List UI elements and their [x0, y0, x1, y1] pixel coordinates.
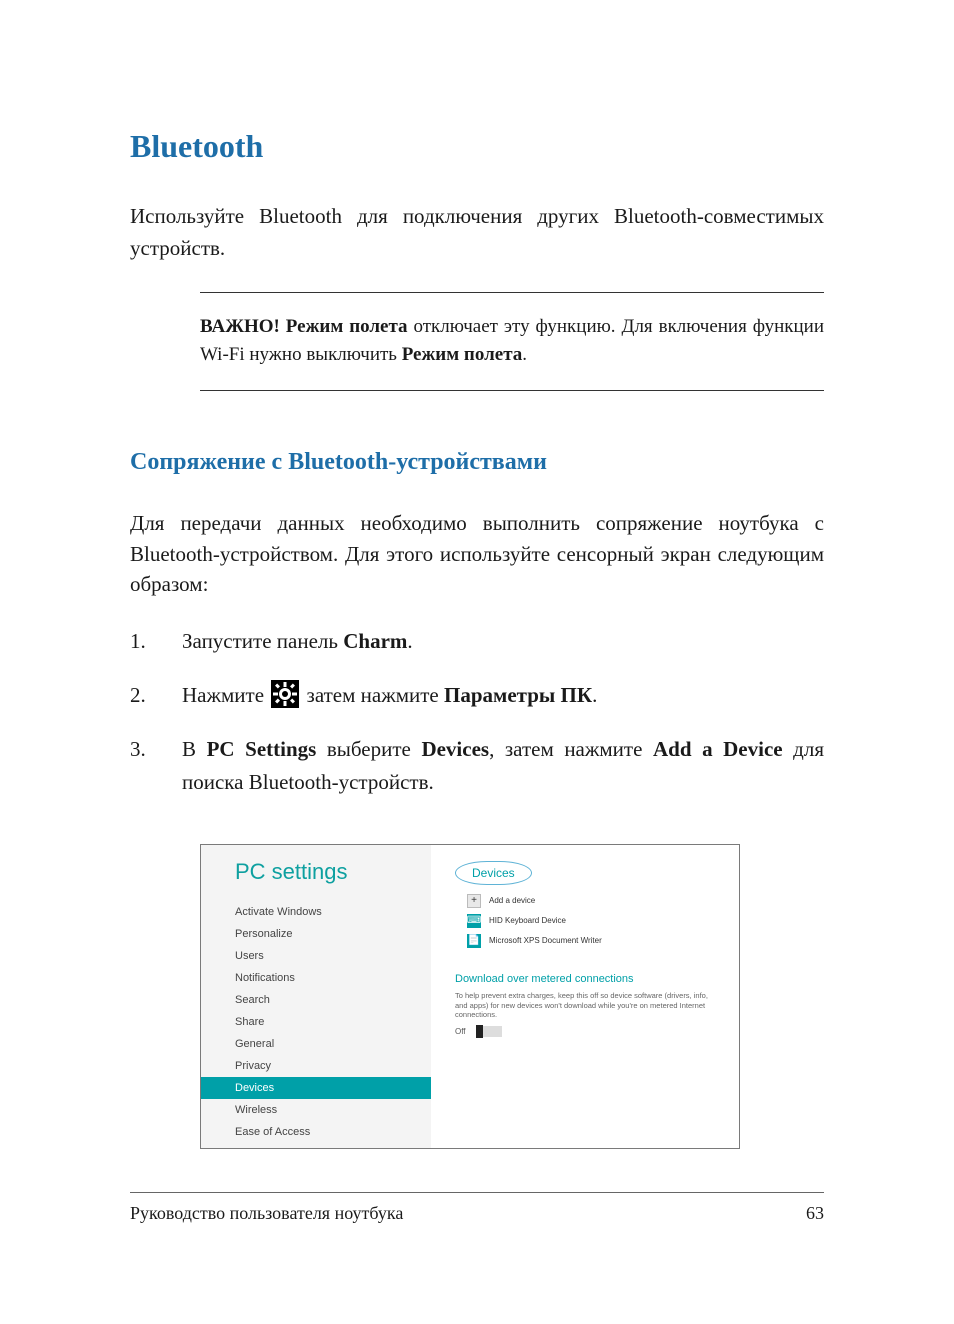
menu-item-devices[interactable]: Devices — [201, 1077, 431, 1099]
page-footer: Руководство пользователя ноутбука 63 — [130, 1192, 824, 1224]
menu-item[interactable]: Personalize — [201, 923, 431, 945]
intro-text: Используйте Bluetooth для подключения др… — [130, 201, 824, 264]
toggle-switch[interactable] — [476, 1026, 502, 1037]
step1-a: Запустите панель — [182, 629, 343, 653]
toggle-label: Off — [455, 1027, 466, 1036]
step-1: Запустите панель Charm. — [130, 625, 824, 659]
note-strong2: Режим полета — [402, 344, 523, 365]
metered-text: To help prevent extra charges, keep this… — [455, 991, 715, 1020]
metered-title: Download over metered connections — [455, 973, 725, 985]
page-heading: Bluetooth — [130, 128, 824, 165]
menu-item[interactable]: Notifications — [201, 967, 431, 989]
menu-item[interactable]: Search — [201, 989, 431, 1011]
step3-f: Add a Device — [653, 737, 783, 761]
devices-header: Devices — [472, 866, 515, 880]
gear-icon — [271, 680, 299, 708]
keyboard-icon: ⌨ — [467, 914, 481, 928]
menu-item[interactable]: Ease of Access — [201, 1121, 431, 1143]
sub-heading: Сопряжение с Bluetooth-устройствами — [130, 449, 824, 476]
footer-title: Руководство пользователя ноутбука — [130, 1203, 403, 1224]
screenshot-content: Devices + Add a device ⌨ HID Keyboard De… — [431, 845, 739, 1148]
add-device-label: Add a device — [489, 896, 535, 905]
devices-header-circled: Devices — [455, 861, 532, 885]
pc-settings-screenshot: PC settings Activate Windows Personalize… — [200, 844, 740, 1149]
menu-item[interactable]: Wireless — [201, 1099, 431, 1121]
body-text: Для передачи данных необходимо выполнить… — [130, 508, 824, 599]
menu-item[interactable]: Privacy — [201, 1055, 431, 1077]
menu-item[interactable]: General — [201, 1033, 431, 1055]
step2-b: затем нажмите — [301, 683, 444, 707]
menu-item[interactable]: Users — [201, 945, 431, 967]
menu-item[interactable]: Sync your settings — [201, 1143, 431, 1149]
toggle-row: Off — [455, 1026, 725, 1037]
step3-a: В — [182, 737, 207, 761]
device-row[interactable]: 📄 Microsoft XPS Document Writer — [455, 931, 725, 951]
add-device-row[interactable]: + Add a device — [455, 891, 725, 911]
plus-icon: + — [467, 894, 481, 908]
steps-list: Запустите панель Charm. Нажмите затем на… — [130, 625, 824, 799]
menu-item[interactable]: Activate Windows — [201, 901, 431, 923]
device-row[interactable]: ⌨ HID Keyboard Device — [455, 911, 725, 931]
screenshot-sidebar: PC settings Activate Windows Personalize… — [201, 845, 431, 1148]
step3-c: выберите — [316, 737, 421, 761]
screenshot-menu: Activate Windows Personalize Users Notif… — [201, 901, 431, 1149]
note-tail: . — [522, 344, 527, 365]
device-label: HID Keyboard Device — [489, 916, 566, 925]
device-label: Microsoft XPS Document Writer — [489, 936, 602, 945]
page-number: 63 — [806, 1203, 824, 1224]
document-icon: 📄 — [467, 934, 481, 948]
step3-e: , затем нажмите — [489, 737, 653, 761]
note-strong1: ВАЖНО! Режим полета — [200, 316, 408, 337]
step1-c: . — [407, 629, 412, 653]
step2-a: Нажмите — [182, 683, 269, 707]
step3-d: Devices — [421, 737, 489, 761]
screenshot-title: PC settings — [201, 859, 431, 885]
important-note: ВАЖНО! Режим полета отключает эту функци… — [200, 292, 824, 391]
menu-item[interactable]: Share — [201, 1011, 431, 1033]
step3-b: PC Settings — [207, 737, 317, 761]
step2-d: . — [592, 683, 597, 707]
step2-c: Параметры ПК — [444, 683, 592, 707]
step-3: В PC Settings выберите Devices, затем на… — [130, 733, 824, 800]
step-2: Нажмите затем нажмите Параметры ПК. — [130, 679, 824, 713]
step1-b: Charm — [343, 629, 407, 653]
